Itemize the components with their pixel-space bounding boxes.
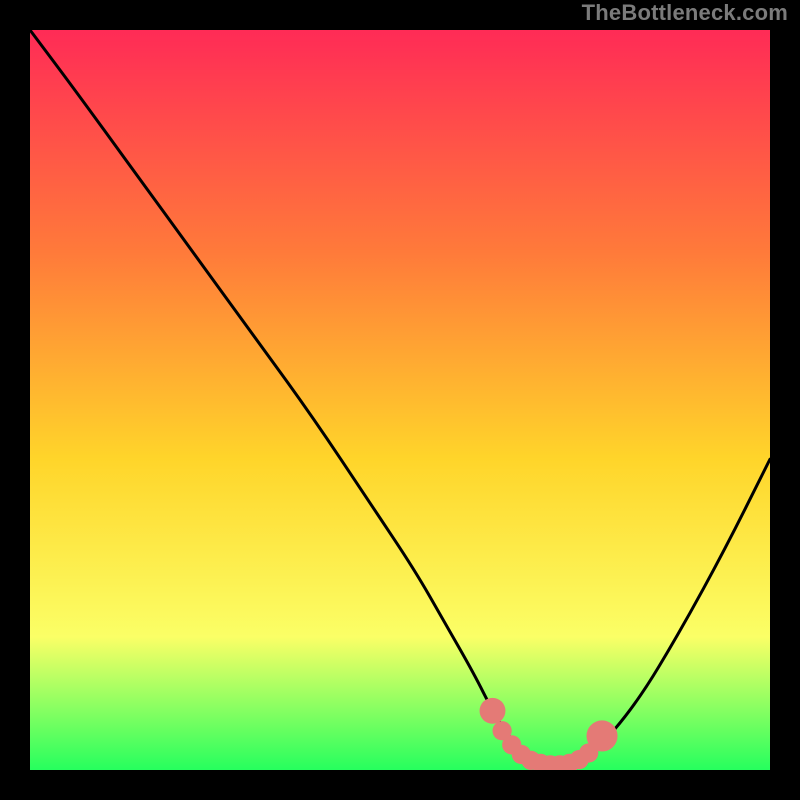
chart-stage: TheBottleneck.com [0, 0, 800, 800]
plot-area [30, 30, 770, 770]
watermark-text: TheBottleneck.com [582, 0, 788, 26]
chart-svg [30, 30, 770, 770]
gradient-background [30, 30, 770, 770]
curve-marker [586, 720, 617, 751]
curve-marker [480, 698, 506, 724]
